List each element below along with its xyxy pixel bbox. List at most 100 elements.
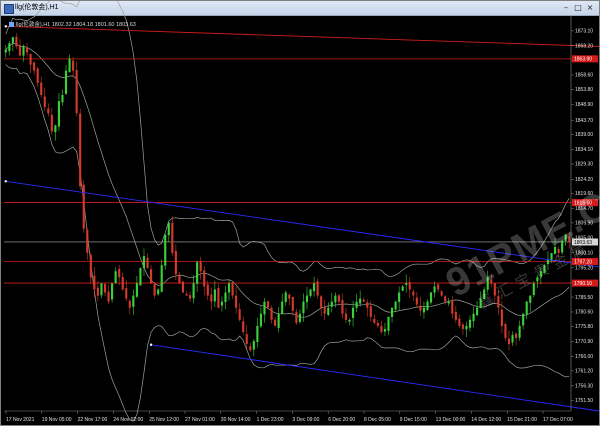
- price-tick-label: 1834.10: [575, 147, 593, 153]
- candle-body: [164, 234, 167, 266]
- candle-body: [472, 313, 475, 322]
- candle-body: [68, 58, 71, 72]
- candle-body: [93, 275, 96, 290]
- price-tick-label: 1766.00: [575, 354, 593, 360]
- candle-body: [323, 307, 326, 314]
- candle-body: [330, 301, 333, 307]
- price-tick-label: 1868.20: [575, 43, 593, 49]
- candle-body: [483, 289, 486, 300]
- time-tick-label: 1 Dec 23:00: [257, 417, 284, 423]
- candle-body: [362, 299, 365, 302]
- candle-body: [220, 301, 224, 306]
- candle-body: [160, 265, 163, 292]
- level-price-label: 1863.90: [574, 57, 592, 63]
- lower-trend-anchor[interactable]: [149, 343, 153, 346]
- candle-body: [405, 283, 408, 285]
- candle-body: [553, 246, 557, 254]
- candle-body: [150, 269, 153, 284]
- current-price-label: 1803.63: [574, 240, 592, 246]
- candle-body: [351, 307, 355, 318]
- candle-body: [320, 296, 323, 308]
- candle-body: [128, 300, 131, 308]
- price-tick-label: 1848.90: [575, 102, 593, 108]
- candle-body: [238, 309, 241, 320]
- time-tick-label: 24 Nov 02:00: [113, 417, 143, 423]
- candle-body: [125, 288, 128, 299]
- price-chart[interactable]: 1873.101868.201863.501858.601853.801848.…: [1, 1, 599, 425]
- price-tick-label: 1751.50: [575, 398, 593, 404]
- candle-body: [302, 301, 305, 314]
- candle-body: [355, 301, 358, 308]
- candle-body: [15, 36, 18, 47]
- candle-body: [227, 283, 231, 293]
- candle-body: [298, 313, 301, 322]
- candle-body: [64, 70, 68, 94]
- candle-body: [25, 47, 29, 53]
- candle-body: [337, 295, 340, 302]
- candle-body: [341, 300, 344, 314]
- price-tick-label: 1829.30: [575, 162, 593, 168]
- candle-body: [245, 334, 248, 345]
- candle-body: [305, 295, 309, 303]
- candle-body: [309, 289, 312, 296]
- candle-body: [61, 95, 64, 103]
- candle-body: [281, 301, 284, 314]
- candle-body: [468, 319, 472, 328]
- time-tick-label: 15 Dec 21:00: [507, 417, 537, 423]
- candle-body: [47, 108, 50, 114]
- price-tick-label: 1819.60: [575, 191, 593, 197]
- time-tick-label: 22 Nov 17:00: [78, 417, 108, 423]
- time-tick-label: 19 Nov 05:00: [42, 417, 72, 423]
- time-tick-label: 13 Dec 00:00: [436, 417, 466, 423]
- price-tick-label: 1756.30: [575, 383, 593, 389]
- top-red-trend-anchor[interactable]: [4, 25, 7, 28]
- candle-body: [11, 37, 14, 44]
- price-tick-label: 1853.80: [575, 87, 593, 93]
- candle-body: [451, 300, 454, 314]
- price-tick-label: 1839.00: [575, 132, 593, 138]
- candle-body: [500, 309, 503, 326]
- upper-trend-line[interactable]: [5, 180, 599, 268]
- price-tick-label: 1800.10: [575, 250, 593, 256]
- candle-body: [515, 333, 518, 339]
- candle-body: [40, 82, 43, 95]
- candle-body: [22, 46, 25, 56]
- candle-body: [96, 287, 99, 296]
- candle-body: [288, 294, 291, 299]
- trend-lines[interactable]: [4, 25, 599, 412]
- candle-body: [263, 301, 266, 315]
- candle-body: [252, 341, 255, 350]
- candle-body: [153, 284, 156, 296]
- candle-body: [103, 284, 107, 293]
- lower-trend-line[interactable]: [150, 344, 599, 412]
- candle-body: [284, 292, 287, 303]
- upper-trend-anchor[interactable]: [4, 180, 7, 183]
- top-red-trend-line[interactable]: [5, 25, 599, 47]
- candle-body: [75, 70, 78, 114]
- candle-body: [242, 321, 245, 332]
- candle-body: [8, 43, 11, 52]
- time-tick-label: 14 Dec 12:00: [471, 417, 501, 423]
- candle-body: [408, 282, 411, 290]
- candle-body: [504, 323, 507, 339]
- candle-body: [398, 292, 401, 302]
- candle-body: [171, 222, 174, 253]
- candle-body: [419, 305, 422, 311]
- candle-body: [433, 286, 436, 293]
- candle-body: [373, 318, 376, 323]
- candle-body: [561, 240, 564, 253]
- level-price-label: 1790.10: [574, 281, 592, 287]
- candle-body: [174, 251, 177, 275]
- candle-body: [394, 301, 397, 310]
- candle-body: [429, 292, 433, 303]
- candle-body: [447, 301, 450, 304]
- time-tick-label: 25 Nov 12:00: [149, 417, 179, 423]
- candle-body: [479, 298, 482, 308]
- candle-body: [458, 318, 461, 326]
- candle-body: [274, 319, 277, 326]
- candle-body: [277, 313, 280, 328]
- candle-body: [465, 325, 468, 330]
- candle-body: [256, 325, 259, 343]
- candle-body: [50, 114, 53, 132]
- candle-body: [111, 283, 114, 300]
